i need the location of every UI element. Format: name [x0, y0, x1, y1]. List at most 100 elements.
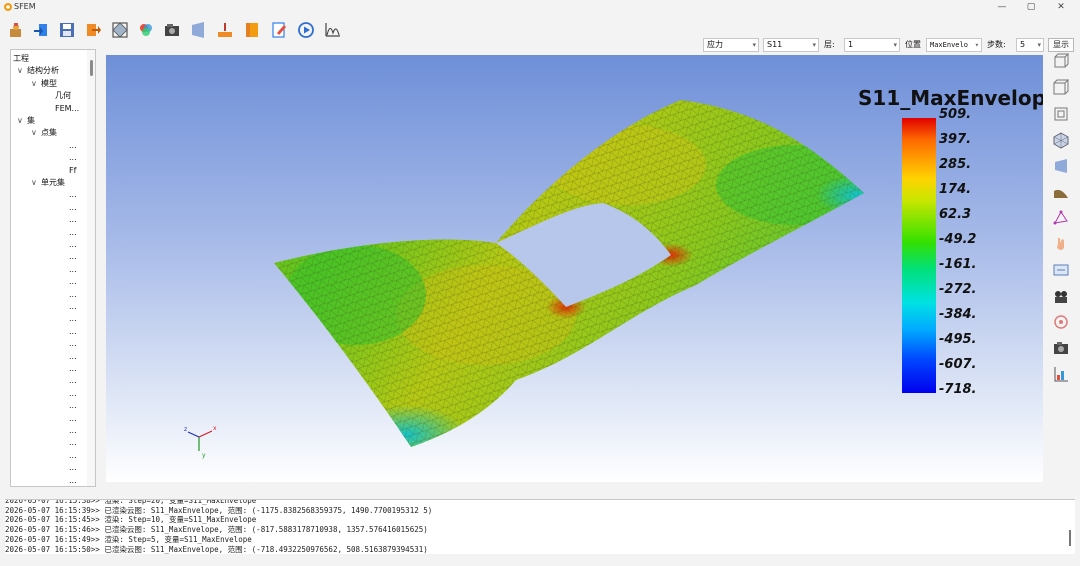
save-icon[interactable] [58, 21, 76, 39]
legend-label: -607. [939, 357, 977, 372]
chevron-down-icon[interactable]: ∨ [31, 127, 37, 139]
fit-view-icon[interactable] [1052, 261, 1070, 279]
snapshot-icon[interactable] [1052, 339, 1070, 357]
new-project-icon[interactable] [7, 21, 25, 39]
tree-item[interactable]: ... [69, 400, 77, 412]
console-scroll-thumb[interactable] [1069, 530, 1071, 546]
top-view-icon[interactable] [1052, 105, 1070, 123]
material-icon[interactable] [137, 21, 155, 39]
chevron-down-icon: ▾ [893, 41, 897, 49]
boundary-icon[interactable] [189, 21, 207, 39]
tree-item[interactable]: FEM... [55, 103, 79, 115]
legend-label: -161. [939, 257, 977, 272]
tree-item[interactable]: 点集 [41, 127, 57, 139]
front-view-icon[interactable] [1052, 79, 1070, 97]
project-tree[interactable]: 工程 ∨ 结构分析 ∨ 模型 几何 FEM... ∨ 集 ∨ 点集...... Ff ∨ 单元集.....… [10, 49, 96, 487]
camera-icon[interactable] [1052, 287, 1070, 305]
tree-item[interactable]: ... [69, 276, 77, 288]
tree-item[interactable]: ... [69, 462, 77, 474]
tree-item[interactable]: 单元集 [41, 177, 65, 189]
tree-item[interactable]: ... [69, 140, 77, 152]
tree-item[interactable]: ... [69, 475, 77, 486]
console-line: 2026-05-07 16:15:46>> 已渲染云图: S11_MaxEnve… [5, 525, 428, 535]
chevron-down-icon[interactable]: ∨ [17, 65, 23, 77]
tree-item[interactable]: ... [69, 227, 77, 239]
chevron-down-icon[interactable]: ∨ [31, 177, 37, 189]
component-value: S11 [767, 40, 783, 49]
tree-item[interactable]: ... [69, 351, 77, 363]
tree-item[interactable]: ... [69, 413, 77, 425]
axis-triad: y x z [184, 425, 217, 459]
iso-view-icon[interactable] [1052, 53, 1070, 71]
tree-item[interactable]: ... [69, 289, 77, 301]
tree-item[interactable]: ... [69, 313, 77, 325]
tree-item[interactable]: ... [69, 264, 77, 276]
tree-item[interactable]: ... [69, 450, 77, 462]
mesh-icon[interactable] [163, 21, 181, 39]
tree-item[interactable]: 工程 [13, 53, 29, 65]
component-select[interactable]: S11 ▾ [763, 38, 819, 52]
legend-label: 509. [939, 107, 972, 122]
chevron-down-icon[interactable]: ∨ [17, 115, 23, 127]
tree-item[interactable]: ... [69, 301, 77, 313]
geometry-icon[interactable] [111, 21, 129, 39]
tree-item[interactable]: ... [69, 437, 77, 449]
tree-item[interactable]: 几何 [55, 90, 71, 102]
run-icon[interactable] [297, 21, 315, 39]
tree-item[interactable]: 结构分析 [27, 65, 59, 77]
result-type-value: 应力 [707, 40, 723, 49]
tree-item[interactable]: ... [69, 202, 77, 214]
contour-icon[interactable] [1052, 183, 1070, 201]
tree-item[interactable]: ... [69, 189, 77, 201]
position-select[interactable]: MaxEnvelo ▾ [926, 38, 982, 52]
title-bar: SFEM — ▢ ✕ [0, 0, 1080, 15]
record-icon[interactable] [1052, 313, 1070, 331]
mesh-view-icon[interactable] [1052, 131, 1070, 149]
step-select[interactable]: 5 ▾ [1016, 38, 1044, 52]
export-icon[interactable] [84, 21, 102, 39]
legend-label: 62.3 [939, 207, 972, 222]
load-icon[interactable] [216, 21, 234, 39]
tree-item[interactable]: 模型 [41, 78, 57, 90]
minimize-button[interactable]: — [995, 1, 1009, 13]
tree-item[interactable]: ... [69, 239, 77, 251]
pan-icon[interactable] [1052, 235, 1070, 253]
console-line: 2026-05-07 16:15:49>> 渲染: Step=5, 变量=S11… [5, 534, 252, 544]
import-icon[interactable] [32, 21, 50, 39]
render-viewport[interactable]: y x z S11_MaxEnvelope 509. 397. 285. 174. 62… [106, 55, 1043, 482]
tree-item[interactable]: ... [69, 251, 77, 263]
tree-item[interactable]: ... [69, 388, 77, 400]
legend-label: -718. [939, 382, 977, 397]
legend-label: -384. [939, 307, 977, 322]
tree-item[interactable]: ... [69, 326, 77, 338]
tree-scrollbar[interactable] [87, 50, 95, 486]
tree-item[interactable]: ... [69, 152, 77, 164]
layer-select[interactable]: 1 ▾ [844, 38, 900, 52]
legend-label: -49.2 [939, 232, 977, 247]
chevron-down-icon: ▾ [1037, 41, 1041, 49]
probe-icon[interactable] [1052, 365, 1070, 383]
tree-item[interactable]: ... [69, 214, 77, 226]
tree-item[interactable]: ... [69, 338, 77, 350]
deform-icon[interactable] [1052, 209, 1070, 227]
layer-label: 层: [824, 40, 835, 49]
curve-icon[interactable] [324, 21, 342, 39]
surface-view-icon[interactable] [1052, 157, 1070, 175]
section-icon[interactable] [243, 21, 261, 39]
output-console[interactable]: 2026-05-07 16:15:38>> 渲染: Step=20, 变量=S1… [5, 499, 1075, 554]
tree-item[interactable]: Ff [69, 165, 76, 177]
tree-scroll-thumb[interactable] [90, 60, 93, 76]
axis-y-label: y [202, 452, 206, 459]
show-button[interactable]: 显示 [1048, 38, 1074, 52]
tree-item[interactable]: ... [69, 363, 77, 375]
tree-item[interactable]: ... [69, 375, 77, 387]
maximize-button[interactable]: ▢ [1024, 1, 1038, 13]
tree-item[interactable]: ... [69, 425, 77, 437]
edit-icon[interactable] [270, 21, 288, 39]
tree-item[interactable]: 集 [27, 115, 35, 127]
legend-label: -272. [939, 282, 977, 297]
close-button[interactable]: ✕ [1054, 1, 1068, 13]
result-type-select[interactable]: 应力 ▾ [703, 38, 759, 52]
chevron-down-icon[interactable]: ∨ [31, 78, 37, 90]
legend-label: 397. [939, 132, 972, 147]
